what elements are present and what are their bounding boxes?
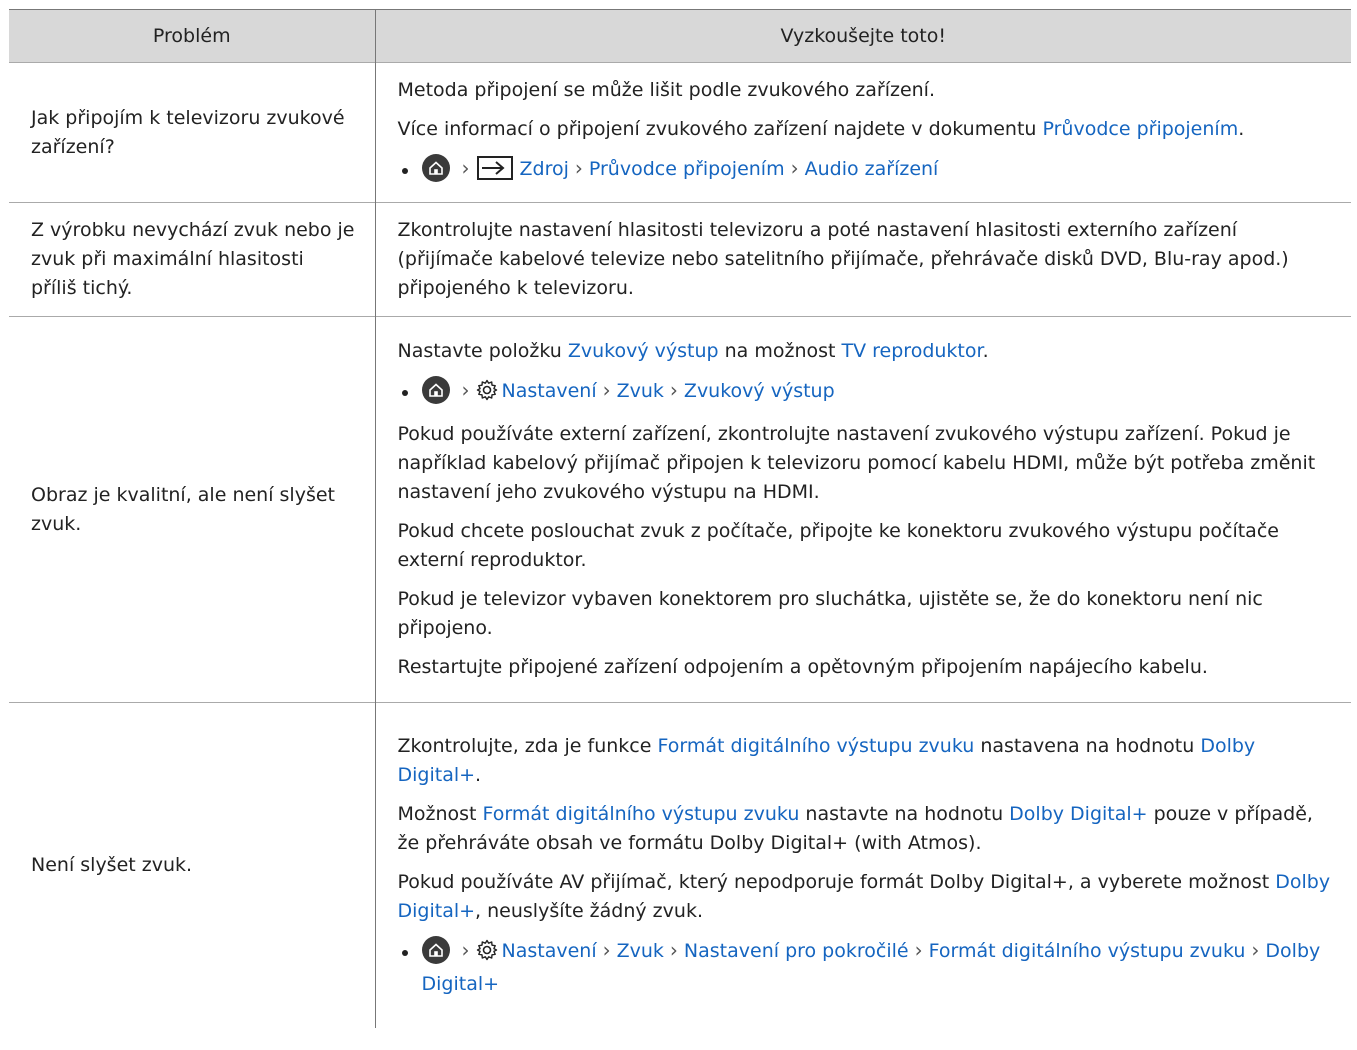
problem-cell: Jak připojím k televizoru zvukové zaříze…: [9, 62, 375, 203]
menu-path: › Nastavení › Zvuk › Zvukový výstup: [398, 371, 1338, 415]
path-item[interactable]: Audio zařízení: [805, 158, 939, 180]
chevron-right-icon: ›: [461, 378, 470, 402]
text-span: Nastavte položku: [397, 340, 568, 362]
text-span: nastavena na hodnotu: [974, 734, 1201, 757]
solution-text: Pokud používáte AV přijímač, který nepod…: [398, 863, 1338, 931]
text-span: , neuslyšíte žádný zvuk.: [475, 899, 703, 922]
path-item[interactable]: Průvodce připojením: [589, 158, 785, 180]
text-span: Více informací o připojení zvukového zař…: [397, 118, 1043, 140]
solution-text: Metoda připojení se může lišit podle zvu…: [397, 79, 936, 101]
text-span: .: [982, 340, 989, 362]
home-icon: [421, 154, 450, 182]
link-digital-output-format[interactable]: Formát digitálního výstupu zvuku: [483, 803, 800, 825]
solution-text: Zkontrolujte, zda je funkce Formát digit…: [398, 727, 1338, 795]
chevron-right-icon: ›: [602, 378, 611, 402]
solution-text: Pokud je televizor vybaven konektorem pr…: [397, 588, 1263, 639]
header-solution: Vyzkoušejte toto!: [374, 9, 1351, 63]
solution-text: Pokud chcete poslouchat zvuk z počítače,…: [397, 520, 1279, 571]
solution-cell: Nastavte položku Zvukový výstup na možno…: [374, 316, 1351, 703]
home-icon: [421, 376, 450, 404]
table-row: Obraz je kvalitní, ale není slyšet zvuk.…: [9, 316, 1351, 703]
link-tv-speaker[interactable]: TV reproduktor: [842, 340, 983, 362]
header-problem: Problém: [9, 9, 375, 63]
text-span: .: [1238, 118, 1245, 140]
chevron-right-icon: ›: [574, 156, 583, 180]
troubleshooting-table: Problém Vyzkoušejte toto! Jak připojím k…: [9, 9, 1351, 1028]
text-span: .: [475, 763, 482, 786]
solution-cell: Metoda připojení se může lišit podle zvu…: [374, 62, 1351, 203]
link-dolby-digital-plus[interactable]: Dolby Digital+: [1009, 803, 1147, 825]
table-header: Problém Vyzkoušejte toto!: [9, 9, 1351, 63]
gear-icon: [476, 379, 498, 410]
solution-text: Restartujte připojené zařízení odpojením…: [397, 656, 1208, 678]
chevron-right-icon: ›: [914, 937, 923, 962]
chevron-right-icon: ›: [790, 156, 799, 180]
text-span: Možnost: [397, 802, 483, 825]
problem-cell: Obraz je kvalitní, ale není slyšet zvuk.: [9, 316, 375, 703]
text-span: na možnost: [718, 340, 842, 362]
path-item[interactable]: Zvuk: [617, 380, 664, 402]
path-item[interactable]: Formát digitálního výstupu zvuku: [929, 940, 1246, 962]
solution-cell: Zkontrolujte nastavení hlasitosti televi…: [374, 202, 1351, 317]
home-icon: [421, 935, 450, 964]
link-digital-output-format[interactable]: Formát digitálního výstupu zvuku: [657, 735, 974, 757]
text-span: Zkontrolujte, zda je funkce: [397, 734, 658, 757]
link-sound-output[interactable]: Zvukový výstup: [568, 340, 719, 362]
solution-cell: Zkontrolujte, zda je funkce Formát digit…: [374, 702, 1351, 1028]
path-item[interactable]: Zvuk: [617, 940, 664, 962]
menu-path: › Zdroj › Průvodce připojením › Audio zařízen…: [398, 149, 1338, 194]
text-span: Pokud používáte AV přijímač, který nepod…: [397, 870, 1276, 893]
problem-cell: Není slyšet zvuk.: [9, 702, 375, 1028]
problem-cell: Z výrobku nevychází zvuk nebo je zvuk př…: [9, 202, 375, 317]
gear-icon: [476, 939, 498, 970]
path-item[interactable]: Nastavení pro pokročilé: [684, 940, 909, 962]
solution-text: Zkontrolujte nastavení hlasitosti televi…: [397, 219, 1289, 299]
chevron-right-icon: ›: [461, 156, 470, 180]
menu-path: › Nastavení › Zvuk › Nastavení pro pokročilé ›…: [398, 931, 1338, 1004]
solution-text: Nastavte položku Zvukový výstup na možno…: [398, 332, 1338, 371]
path-item[interactable]: Nastavení: [502, 380, 597, 402]
path-item[interactable]: Zdroj: [520, 158, 569, 180]
chevron-right-icon: ›: [669, 378, 678, 402]
path-item[interactable]: Nastavení: [502, 940, 597, 962]
table-row: Z výrobku nevychází zvuk nebo je zvuk př…: [9, 202, 1351, 317]
chevron-right-icon: ›: [1251, 937, 1260, 962]
table-row: Jak připojím k televizoru zvukové zaříze…: [9, 62, 1351, 203]
solution-text: Pokud používáte externí zařízení, zkontr…: [397, 423, 1316, 503]
table-row: Není slyšet zvuk. Zkontrolujte, zda je f…: [9, 702, 1351, 1028]
solution-text: Více informací o připojení zvukového zař…: [398, 110, 1338, 149]
path-item[interactable]: Zvukový výstup: [684, 380, 835, 402]
chevron-right-icon: ›: [602, 937, 611, 962]
chevron-right-icon: ›: [461, 937, 470, 962]
solution-text: Možnost Formát digitálního výstupu zvuku…: [398, 795, 1338, 863]
text-span: nastavte na hodnotu: [799, 802, 1010, 825]
source-icon: [476, 156, 514, 189]
link-connection-guide[interactable]: Průvodce připojením: [1042, 118, 1238, 140]
chevron-right-icon: ›: [669, 937, 678, 962]
